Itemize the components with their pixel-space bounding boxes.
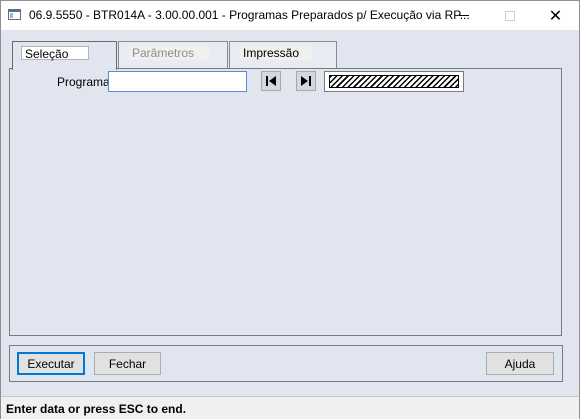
tab-impressao[interactable]: Impressão <box>229 41 337 68</box>
programa-label: Programa: <box>57 75 114 89</box>
window-icon <box>8 9 21 20</box>
skip-to-last-icon <box>301 76 311 86</box>
close-button[interactable]: ✕ <box>533 1 578 30</box>
title-bar[interactable]: 06.9.5550 - BTR014A - 3.00.00.001 - Prog… <box>1 1 579 30</box>
programa-input[interactable] <box>108 71 247 92</box>
range-indicator-fill <box>329 75 459 88</box>
skip-to-first-icon <box>266 76 276 86</box>
minimize-button[interactable] <box>441 1 486 30</box>
first-record-button[interactable] <box>261 71 281 91</box>
fechar-button[interactable]: Fechar <box>94 352 161 375</box>
tab-parametros: Parâmetros <box>118 41 228 68</box>
tab-selecao[interactable]: Seleção <box>12 41 117 70</box>
executar-button[interactable]: Executar <box>17 352 85 375</box>
tab-selecao-label: Seleção <box>21 46 89 61</box>
range-indicator <box>324 71 464 92</box>
status-bar: Enter data or press ESC to end. <box>1 396 579 419</box>
close-icon: ✕ <box>548 5 563 25</box>
button-bar <box>9 345 563 382</box>
maximize-button <box>487 1 532 30</box>
status-text: Enter data or press ESC to end. <box>6 402 187 416</box>
ajuda-button[interactable]: Ajuda <box>486 352 554 375</box>
maximize-icon <box>504 10 515 21</box>
window-title: 06.9.5550 - BTR014A - 3.00.00.001 - Prog… <box>29 8 470 22</box>
selection-panel <box>9 68 562 336</box>
tab-impressao-label: Impressão <box>240 46 312 60</box>
tab-parametros-label: Parâmetros <box>129 46 209 60</box>
last-record-button[interactable] <box>296 71 316 91</box>
minimize-icon <box>458 15 469 16</box>
app-window: 06.9.5550 - BTR014A - 3.00.00.001 - Prog… <box>0 0 580 419</box>
